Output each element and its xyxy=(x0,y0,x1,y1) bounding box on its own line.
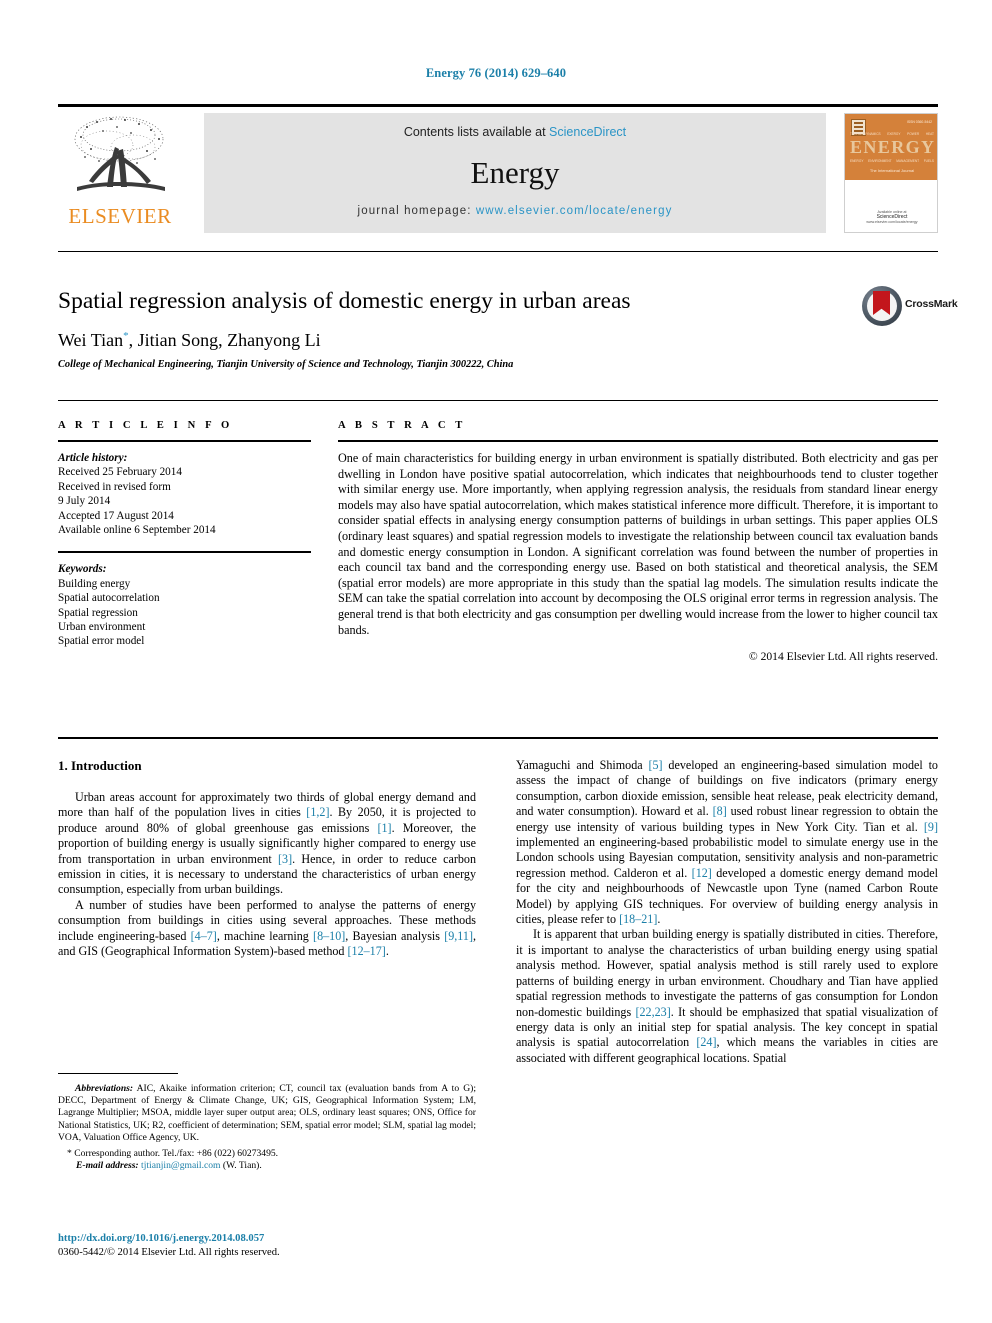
elsevier-tree-icon xyxy=(74,116,165,191)
crossmark-label: CrossMark xyxy=(905,298,958,310)
article-info-heading: A R T I C L E I N F O xyxy=(58,420,233,431)
journal-header: ELSEVIER Contents lists available at Sci… xyxy=(58,104,938,234)
cover-letter: R xyxy=(891,137,905,157)
cover-topic: ENERGY xyxy=(850,159,864,163)
crossmark-badge[interactable]: CrossMark xyxy=(862,284,958,330)
paragraph: Yamaguchi and Shimoda [5] developed an e… xyxy=(516,758,938,927)
abstract-bottom-rule xyxy=(58,737,938,739)
paragraph: A number of studies have been performed … xyxy=(58,897,477,959)
email-link[interactable]: tjtianjin@gmail.com xyxy=(141,1160,220,1171)
cover-topic: POWER xyxy=(907,132,920,136)
keyword-item: Spatial regression xyxy=(58,606,138,619)
email-label: E-mail address: xyxy=(76,1160,139,1172)
elsevier-wordmark: ELSEVIER xyxy=(68,204,172,228)
journal-cover-thumbnail: ISSN 0360-5442 THERMODYNAMICS EXERGY POW… xyxy=(844,113,938,233)
elsevier-logo: ELSEVIER xyxy=(61,113,179,231)
cover-letter: Y xyxy=(921,137,934,157)
keywords-rule xyxy=(58,551,311,554)
page-title: Spatial regression analysis of domestic … xyxy=(58,288,631,314)
cover-topic: ENVIRONMENT xyxy=(868,159,892,163)
abstract-heading: A B S T R A C T xyxy=(338,420,466,431)
cover-subtitle: The International Journal xyxy=(869,168,915,173)
journal-title: Energy xyxy=(470,155,560,190)
corresponding-author: * Corresponding author. Tel./fax: +86 (0… xyxy=(67,1148,279,1160)
history-item: 9 July 2014 xyxy=(58,495,111,508)
cover-letter: G xyxy=(905,137,920,157)
contents-available-line: Contents lists available at ScienceDirec… xyxy=(204,125,826,139)
journal-homepage-link[interactable]: www.elsevier.com/locate/energy xyxy=(476,205,673,217)
history-item: Received 25 February 2014 xyxy=(58,466,182,479)
cover-topic: MANAGEMENT xyxy=(896,159,920,163)
email-suffix: (W. Tian). xyxy=(220,1160,262,1172)
cover-letter: N xyxy=(863,137,877,157)
crossmark-circle-icon xyxy=(862,286,902,326)
history-item: Received in revised form xyxy=(58,480,171,493)
authors-text: Wei Tian*, Jitian Song, Zhanyong Li xyxy=(58,330,321,350)
article-history-label: Article history: xyxy=(58,452,128,464)
doi-block: http://dx.doi.org/10.1016/j.energy.2014.… xyxy=(58,1232,488,1260)
doi-link[interactable]: http://dx.doi.org/10.1016/j.energy.2014.… xyxy=(58,1232,488,1246)
contents-prefix: Contents lists available at xyxy=(403,125,550,139)
abbreviations: Abbreviations: AIC, Akaike information c… xyxy=(58,1083,476,1144)
keyword-item: Spatial error model xyxy=(58,635,145,648)
cover-energy-wordmark: E N E R G Y xyxy=(850,138,934,156)
abstract-column: A B S T R A C T One of main characterist… xyxy=(338,420,938,663)
article-info-rule xyxy=(58,440,311,442)
abstract-rule xyxy=(338,440,938,442)
cover-letter: E xyxy=(877,137,890,157)
cover-topic: THERMODYNAMICS xyxy=(850,132,881,136)
homepage-prefix: journal homepage: xyxy=(357,205,476,217)
keywords-label: Keywords: xyxy=(58,563,107,576)
keywords-block: Keywords: Building energy Spatial autoco… xyxy=(58,562,311,648)
abbreviations-label: Abbreviations: xyxy=(75,1083,134,1094)
paragraph: It is apparent that urban building energ… xyxy=(516,927,938,1065)
cover-topic: FUELS xyxy=(923,159,934,163)
cover-topic: HEAT xyxy=(925,132,934,136)
corresponding-author-text: Corresponding author. Tel./fax: +86 (022… xyxy=(74,1148,279,1160)
article-page: Energy 76 (2014) 629–640 ELSEVIER Conten… xyxy=(0,0,992,1323)
abstract-text: One of main characteristics for building… xyxy=(338,451,938,637)
keyword-item: Urban environment xyxy=(58,621,146,634)
history-item: Accepted 17 August 2014 xyxy=(58,509,174,522)
cover-topic: EXERGY xyxy=(887,132,901,136)
author-list: Wei Tian*, Jitian Song, Zhanyong Li xyxy=(58,325,838,351)
email-line: E-mail address: tjtianjin@gmail.com (W. … xyxy=(58,1160,476,1172)
header-top-rule xyxy=(58,104,938,107)
article-history: Article history: Received 25 February 20… xyxy=(58,451,311,537)
body-column-left: 1. Introduction Urban areas account for … xyxy=(58,758,476,959)
cover-topics-top: THERMODYNAMICS EXERGY POWER HEAT xyxy=(850,132,934,136)
section-heading-introduction: 1. Introduction xyxy=(58,758,142,773)
body-column-right: Yamaguchi and Shimoda [5] developed an e… xyxy=(516,758,938,1066)
issn-copyright-line: 0360-5442/© 2014 Elsevier Ltd. All right… xyxy=(58,1247,280,1258)
article-info-column: A R T I C L E I N F O Article history: R… xyxy=(58,420,311,649)
keyword-item: Spatial autocorrelation xyxy=(58,592,160,605)
cover-topics-bottom: ENERGY ENVIRONMENT MANAGEMENT FUELS xyxy=(850,159,934,163)
cover-letter: E xyxy=(850,137,863,157)
history-item: Available online 6 September 2014 xyxy=(58,524,216,537)
info-divider xyxy=(58,400,938,401)
running-head: Energy 76 (2014) 629–640 xyxy=(425,66,567,80)
title-divider xyxy=(58,251,938,252)
cover-footer-url: www.elsevier.com/locate/energy xyxy=(866,220,918,224)
cover-footer: Available online at ScienceDirect www.el… xyxy=(845,210,937,225)
journal-info-panel: Contents lists available at ScienceDirec… xyxy=(204,113,826,233)
copyright-line: © 2014 Elsevier Ltd. All rights reserved… xyxy=(748,650,938,664)
keyword-item: Building energy xyxy=(58,577,131,590)
affiliation: College of Mechanical Engineering, Tianj… xyxy=(58,359,514,370)
cover-issn: ISSN 0360-5442 xyxy=(906,120,932,124)
paragraph: Urban areas account for approximately tw… xyxy=(58,790,476,897)
footnote-block: Abbreviations: AIC, Akaike information c… xyxy=(58,1083,476,1172)
sciencedirect-link[interactable]: ScienceDirect xyxy=(549,125,626,139)
journal-homepage-line: journal homepage: www.elsevier.com/locat… xyxy=(204,205,826,217)
footnote-rule xyxy=(58,1073,178,1074)
